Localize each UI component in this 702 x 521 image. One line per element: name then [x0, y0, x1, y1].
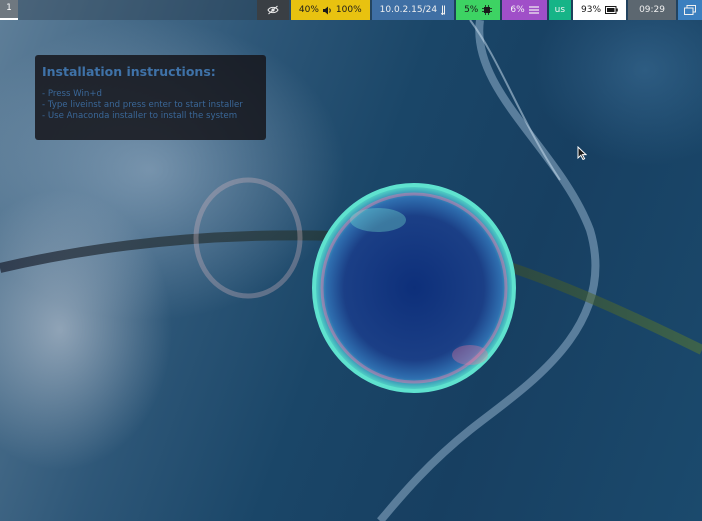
instruction-line: - Use Anaconda installer to install the … — [42, 111, 238, 121]
workspace-1-button[interactable]: 1 — [0, 0, 18, 20]
eye-off-icon — [267, 5, 279, 15]
clock-text: 09:29 — [639, 5, 665, 15]
keyboard-layout-module[interactable]: us — [548, 0, 572, 20]
top-bar-spacer — [18, 0, 255, 20]
desktop: 1 40% 100% 10.0.2.15/24 5% 6% us 93% 09:… — [0, 0, 702, 521]
cpu-icon — [482, 5, 493, 15]
network-text: 10.0.2.15/24 — [379, 5, 438, 15]
battery-module[interactable]: 93% — [573, 0, 627, 20]
installation-instructions-title: Installation instructions: — [42, 64, 216, 79]
tray-module[interactable] — [678, 0, 702, 20]
network-icon — [441, 5, 446, 15]
installation-instructions-panel: Installation instructions: - Press Win+d… — [35, 55, 266, 140]
keyboard-layout-text: us — [554, 5, 566, 15]
speaker-icon — [322, 6, 332, 15]
privacy-module[interactable] — [256, 0, 289, 20]
top-bar: 1 40% 100% 10.0.2.15/24 5% 6% us 93% 09:… — [0, 0, 702, 20]
microphone-text: 100% — [335, 5, 362, 15]
battery-icon — [605, 6, 618, 14]
volume-text: 40% — [298, 5, 319, 15]
cpu-module[interactable]: 5% — [456, 0, 501, 20]
memory-text: 6% — [510, 5, 525, 15]
clock-module[interactable]: 09:29 — [628, 0, 676, 20]
instruction-line: - Press Win+d — [42, 89, 102, 99]
instruction-line: - Type liveinst and press enter to start… — [42, 100, 243, 110]
battery-text: 93% — [581, 5, 602, 15]
mouse-pointer-icon — [577, 146, 587, 160]
network-module[interactable]: 10.0.2.15/24 — [371, 0, 455, 20]
memory-icon — [528, 6, 539, 14]
audio-module[interactable]: 40% 100% — [290, 0, 370, 20]
windows-icon — [684, 5, 696, 15]
memory-module[interactable]: 6% — [502, 0, 547, 20]
cpu-text: 5% — [464, 5, 479, 15]
